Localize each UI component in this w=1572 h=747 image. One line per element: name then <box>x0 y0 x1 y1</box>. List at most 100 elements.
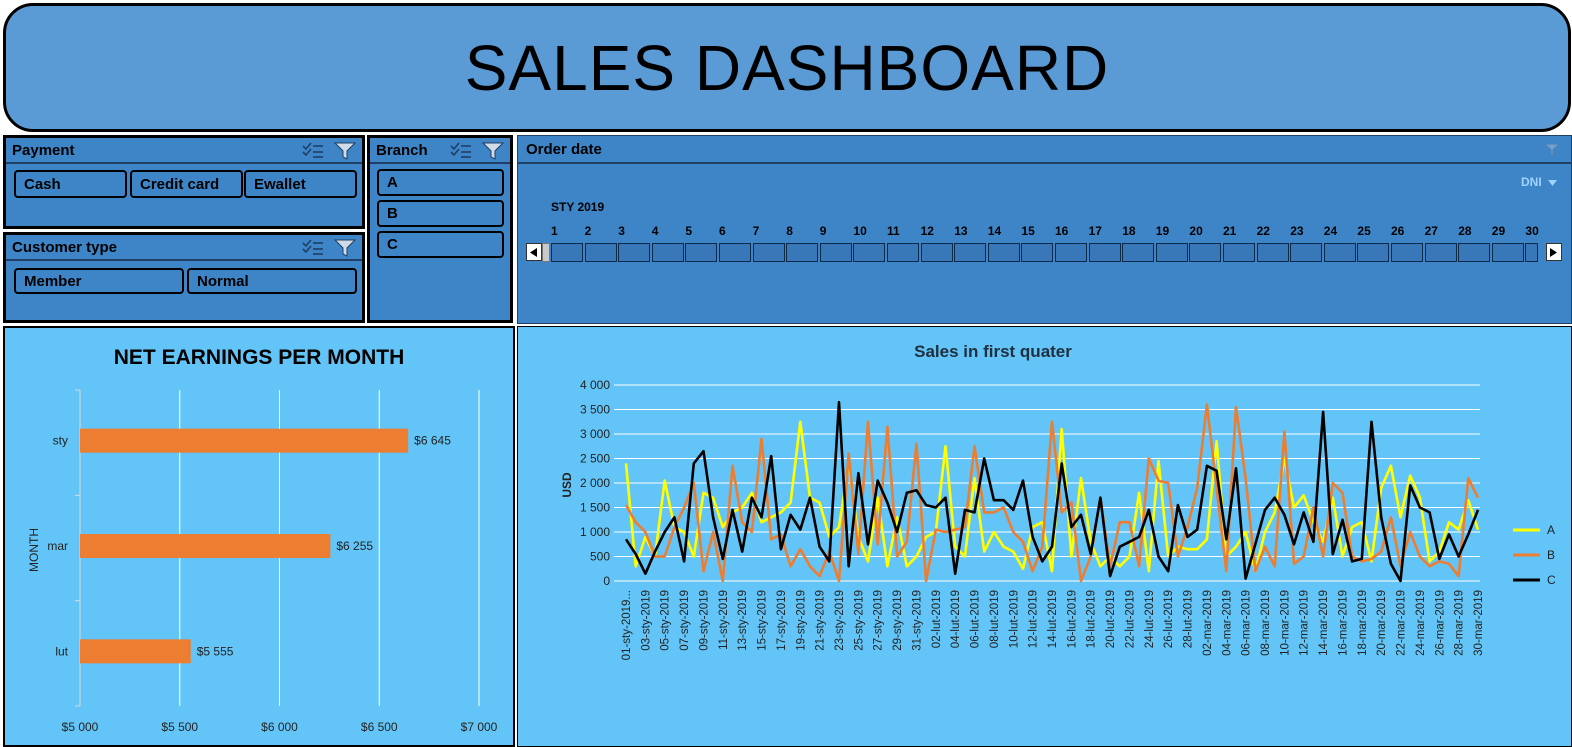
y-tick-label: mar <box>47 539 68 553</box>
timeline-level-label: DNI <box>1521 175 1542 189</box>
timeline-day-cell[interactable] <box>1088 243 1121 262</box>
chart-title: NET EARNINGS PER MONTH <box>114 346 405 369</box>
y-tick-label: 3 500 <box>580 403 610 417</box>
timeline-day-cell[interactable] <box>1223 243 1255 262</box>
timeline-level-select[interactable]: DNI <box>1521 173 1557 191</box>
timeline-day-cell[interactable] <box>1525 243 1538 262</box>
x-tick-label: $7 000 <box>461 720 498 734</box>
x-tick-label: 08-mar-2019 <box>1260 590 1272 656</box>
clear-filter-icon[interactable] <box>481 141 505 166</box>
dashboard-header: SALES DASHBOARD <box>3 3 1571 132</box>
bar-data-label: $5 555 <box>197 644 234 658</box>
timeline-day-cell[interactable] <box>1256 243 1289 262</box>
customer-item-member[interactable]: Member <box>14 268 184 294</box>
branch-item-b[interactable]: B <box>377 200 504 227</box>
timeline-day-cell[interactable] <box>1391 243 1423 262</box>
timeline-day-cell[interactable] <box>1424 243 1457 262</box>
timeline-day-cell[interactable] <box>954 243 987 262</box>
timeline-day-label: 9 <box>819 224 827 238</box>
net-earnings-panel: NET EARNINGS PER MONTH MONTH $5 000 $5 50… <box>3 326 515 747</box>
x-tick-label: 16-lut-2019 <box>1066 590 1078 648</box>
x-tick-label: 28-lut-2019 <box>1183 590 1195 648</box>
clear-filter-icon[interactable] <box>333 238 357 263</box>
clear-filter-icon[interactable] <box>333 141 357 166</box>
timeline-scroll-thumb[interactable] <box>542 243 550 262</box>
timeline-day-cell[interactable] <box>920 243 953 262</box>
branch-slicer-title: Branch <box>376 141 428 159</box>
x-tick-label: 10-lut-2019 <box>1008 590 1020 648</box>
timeline-day-label: 22 <box>1256 224 1270 238</box>
timeline-day-cell[interactable] <box>1155 243 1188 262</box>
sales-line-chart: Sales in first quater USD 0 500 1 000 1 500… <box>560 342 1556 660</box>
clear-filter-icon[interactable] <box>1543 142 1561 163</box>
x-tick-label: 01-sty-2019... <box>621 590 633 660</box>
timeline-day-label: 10 <box>853 224 867 238</box>
timeline-day-label: 28 <box>1458 224 1472 238</box>
scroll-right-icon[interactable] <box>1546 243 1562 261</box>
payment-item-cash[interactable]: Cash <box>14 170 127 198</box>
timeline-day-cell[interactable] <box>1122 243 1155 262</box>
y-tick-label: 2 500 <box>580 452 610 466</box>
timeline-day-label: 21 <box>1223 224 1237 238</box>
timeline-day-label: 23 <box>1290 224 1304 238</box>
timeline-day-label: 13 <box>954 224 968 238</box>
timeline-day-label: 1 <box>551 224 558 238</box>
timeline-day-cell[interactable] <box>752 243 785 262</box>
timeline-day-cell[interactable] <box>651 243 684 262</box>
timeline-day-cell[interactable] <box>1189 243 1222 262</box>
timeline-day-cell[interactable] <box>786 243 819 262</box>
timeline-day-cell[interactable] <box>887 243 919 262</box>
timeline-day-cell[interactable] <box>1357 243 1390 262</box>
timeline-day-cell[interactable] <box>1021 243 1054 262</box>
payment-item-ewallet[interactable]: Ewallet <box>244 170 357 198</box>
timeline-day-cell[interactable] <box>719 243 751 262</box>
scroll-left-icon[interactable] <box>526 243 542 261</box>
x-tick-label: 31-sty-2019 <box>911 590 923 651</box>
x-tick-label: 22-lut-2019 <box>1124 590 1136 648</box>
timeline-day-label: 11 <box>887 224 900 238</box>
bar-data-label: $6 255 <box>336 539 373 553</box>
timeline-day-cell[interactable] <box>819 243 852 262</box>
x-tick-label: 04-lut-2019 <box>950 590 962 648</box>
branch-item-c[interactable]: C <box>377 231 504 258</box>
x-tick-label: 24-mar-2019 <box>1415 590 1427 656</box>
payment-item-credit-card[interactable]: Credit card <box>130 170 243 198</box>
timeline-day-cell[interactable] <box>1323 243 1356 262</box>
timeline-day-cell[interactable] <box>685 243 718 262</box>
timeline-day-cell[interactable] <box>1290 243 1323 262</box>
timeline-day-cell[interactable] <box>551 243 583 262</box>
legend-label: B <box>1547 548 1555 562</box>
customer-item-normal[interactable]: Normal <box>187 268 357 294</box>
timeline-day-cell[interactable] <box>584 243 617 262</box>
x-tick-label: 20-mar-2019 <box>1376 590 1388 656</box>
timeline-day-cell[interactable] <box>1055 243 1087 262</box>
x-tick-label: 23-sty-2019 <box>834 590 846 651</box>
x-tick-label: 16-mar-2019 <box>1337 590 1349 656</box>
x-tick-label: 05-sty-2019 <box>660 590 672 651</box>
x-tick-label: 17-sty-2019 <box>776 590 788 651</box>
timeline-day-label: 14 <box>987 224 1002 238</box>
branch-item-a[interactable]: A <box>377 169 504 196</box>
multi-select-icon[interactable] <box>302 239 324 262</box>
y-tick-label: lut <box>55 644 68 658</box>
timeline-day-label: 27 <box>1424 224 1438 238</box>
timeline-day-cell[interactable] <box>618 243 651 262</box>
multi-select-icon[interactable] <box>450 142 472 165</box>
timeline-day-label: 17 <box>1088 224 1102 238</box>
timeline-day-cell[interactable] <box>1491 243 1524 262</box>
x-tick-label: $6 500 <box>361 720 398 734</box>
x-tick-label: 26-mar-2019 <box>1434 590 1446 656</box>
x-tick-label: 06-lut-2019 <box>970 590 982 648</box>
timeline-day-cell[interactable] <box>853 243 886 262</box>
timeline-day-cell[interactable] <box>1458 243 1491 262</box>
timeline-day-label: 12 <box>920 224 934 238</box>
timeline-day-label: 24 <box>1323 224 1338 238</box>
timeline-day-label: 3 <box>618 224 625 238</box>
x-tick-label: 11-sty-2019 <box>718 590 730 650</box>
timeline-day-cell[interactable] <box>987 243 1020 262</box>
y-tick-label: 500 <box>590 550 610 564</box>
timeline-day-label: 7 <box>752 224 760 238</box>
x-tick-label: $5 000 <box>62 720 99 734</box>
multi-select-icon[interactable] <box>302 142 324 165</box>
x-tick-label: 06-mar-2019 <box>1241 590 1253 656</box>
